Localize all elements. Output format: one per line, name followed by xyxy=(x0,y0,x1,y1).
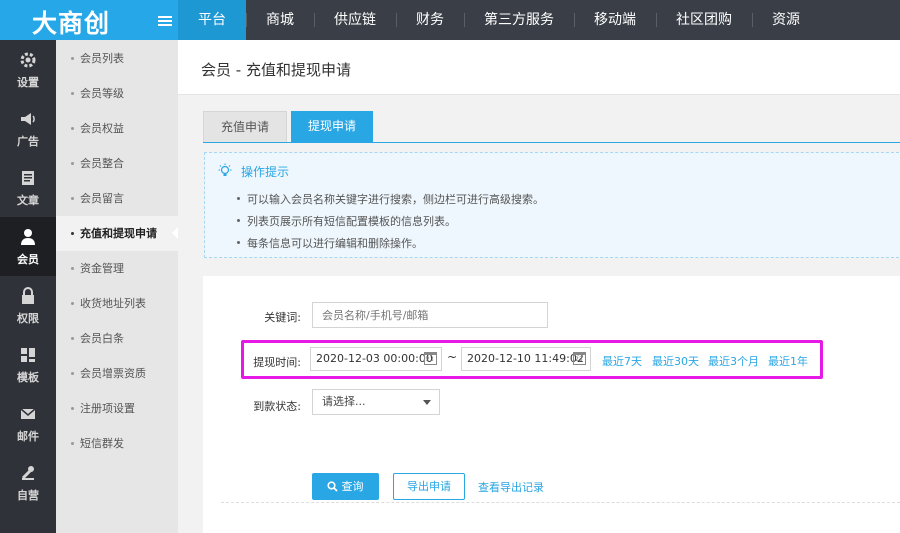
page-title-bar: 会员 - 充值和提现申请 xyxy=(178,40,900,95)
tab-bar: 充值申请 提现申请 xyxy=(203,111,377,142)
search-button[interactable]: 查询 xyxy=(312,473,379,500)
rail-item-mail[interactable]: 邮件 xyxy=(0,394,56,453)
sub-item-member-level[interactable]: 会员等级 xyxy=(56,76,178,111)
rail-label: 文章 xyxy=(17,194,39,207)
sub-item-member-list[interactable]: 会员列表 xyxy=(56,41,178,76)
lightbulb-icon xyxy=(218,163,232,176)
sub-item-funds[interactable]: 资金管理 xyxy=(56,251,178,286)
tips-panel: 操作提示 可以输入会员名称关键字进行搜索，侧边栏可进行高级搜索。 列表页展示所有… xyxy=(204,152,900,258)
rail-label: 模板 xyxy=(17,371,39,384)
icon-rail: 设置 广告 文章 会员 权限 模板 邮件 自营 xyxy=(0,40,56,533)
rail-label: 权限 xyxy=(17,312,39,325)
tab-underline xyxy=(203,142,900,143)
keyword-label: 关键词: xyxy=(264,311,301,324)
search-icon xyxy=(327,481,338,492)
rail-item-members[interactable]: 会员 xyxy=(0,217,56,276)
page-title: 会员 - 充值和提现申请 xyxy=(201,61,351,79)
megaphone-icon xyxy=(21,113,35,125)
rail-item-ads[interactable]: 广告 xyxy=(0,99,56,158)
rail-item-articles[interactable]: 文章 xyxy=(0,158,56,217)
nav-item-third-party[interactable]: 第三方服务 xyxy=(464,0,574,40)
nav-item-mobile[interactable]: 移动端 xyxy=(574,0,656,40)
nav-item-finance[interactable]: 财务 xyxy=(396,0,464,40)
nav-item-platform[interactable]: 平台 xyxy=(178,0,246,40)
nav-item-mall[interactable]: 商城 xyxy=(246,0,314,40)
lock-icon xyxy=(22,287,34,304)
rail-item-permissions[interactable]: 权限 xyxy=(0,276,56,335)
sub-item-addresses[interactable]: 收货地址列表 xyxy=(56,286,178,321)
caret-down-icon xyxy=(423,400,431,405)
sub-item-sms[interactable]: 短信群发 xyxy=(56,426,178,461)
payment-status-value: 请选择... xyxy=(322,395,366,408)
rail-label: 设置 xyxy=(17,76,39,89)
sub-item-recharge-withdraw[interactable]: 充值和提现申请 xyxy=(56,216,178,251)
tips-title: 操作提示 xyxy=(241,165,290,179)
tab-recharge[interactable]: 充值申请 xyxy=(203,111,288,142)
tip-line: 列表页展示所有短信配置模板的信息列表。 xyxy=(237,215,456,228)
payment-status-select[interactable]: 请选择... xyxy=(312,389,440,415)
gear-icon xyxy=(20,52,36,68)
sub-item-credit[interactable]: 会员白条 xyxy=(56,321,178,356)
logo: 大商创 xyxy=(32,9,111,38)
top-nav: 平台 商城 供应链 财务 第三方服务 移动端 社区团购 资源 xyxy=(178,0,820,40)
document-icon xyxy=(22,171,34,185)
top-bar: 大商创 平台 商城 供应链 财务 第三方服务 移动端 社区团购 资源 xyxy=(0,0,900,40)
sub-item-member-rights[interactable]: 会员权益 xyxy=(56,111,178,146)
rail-label: 邮件 xyxy=(17,430,39,443)
mail-icon xyxy=(20,408,36,419)
rail-label: 自营 xyxy=(17,489,39,502)
sub-item-member-messages[interactable]: 会员留言 xyxy=(56,181,178,216)
rail-item-self-operated[interactable]: 自营 xyxy=(0,453,56,512)
rail-item-templates[interactable]: 模板 xyxy=(0,335,56,394)
search-form: 关键词: 提现时间: 2020-12-03 00:00:00 ~ 2020-12… xyxy=(203,276,900,533)
tools-icon xyxy=(21,466,34,480)
user-icon xyxy=(21,229,35,245)
main-content: 会员 - 充值和提现申请 充值申请 提现申请 操作提示 可以输入会员名称关键字进… xyxy=(178,40,900,533)
rail-item-settings[interactable]: 设置 xyxy=(0,40,56,99)
highlight-box xyxy=(241,340,823,379)
divider xyxy=(221,502,900,503)
tip-line: 可以输入会员名称关键字进行搜索，侧边栏可进行高级搜索。 xyxy=(237,193,544,206)
nav-item-resources[interactable]: 资源 xyxy=(752,0,820,40)
sub-menu: 会员列表 会员等级 会员权益 会员整合 会员留言 充值和提现申请 资金管理 收货… xyxy=(56,40,178,533)
payment-status-label: 到款状态: xyxy=(253,400,301,413)
rail-label: 会员 xyxy=(17,253,39,266)
sub-item-registration[interactable]: 注册项设置 xyxy=(56,391,178,426)
keyword-input[interactable] xyxy=(312,302,548,328)
export-history-link[interactable]: 查看导出记录 xyxy=(478,479,544,495)
nav-item-community[interactable]: 社区团购 xyxy=(656,0,752,40)
sub-item-invoice[interactable]: 会员增票资质 xyxy=(56,356,178,391)
tab-withdraw[interactable]: 提现申请 xyxy=(291,111,374,142)
sub-item-member-integration[interactable]: 会员整合 xyxy=(56,146,178,181)
menu-collapse-icon[interactable] xyxy=(158,16,172,27)
tip-line: 每条信息可以进行编辑和删除操作。 xyxy=(237,237,423,250)
nav-item-supply-chain[interactable]: 供应链 xyxy=(314,0,396,40)
grid-icon xyxy=(21,348,35,362)
logo-area: 大商创 xyxy=(0,0,178,40)
rail-label: 广告 xyxy=(17,135,39,148)
export-button[interactable]: 导出申请 xyxy=(393,473,465,500)
